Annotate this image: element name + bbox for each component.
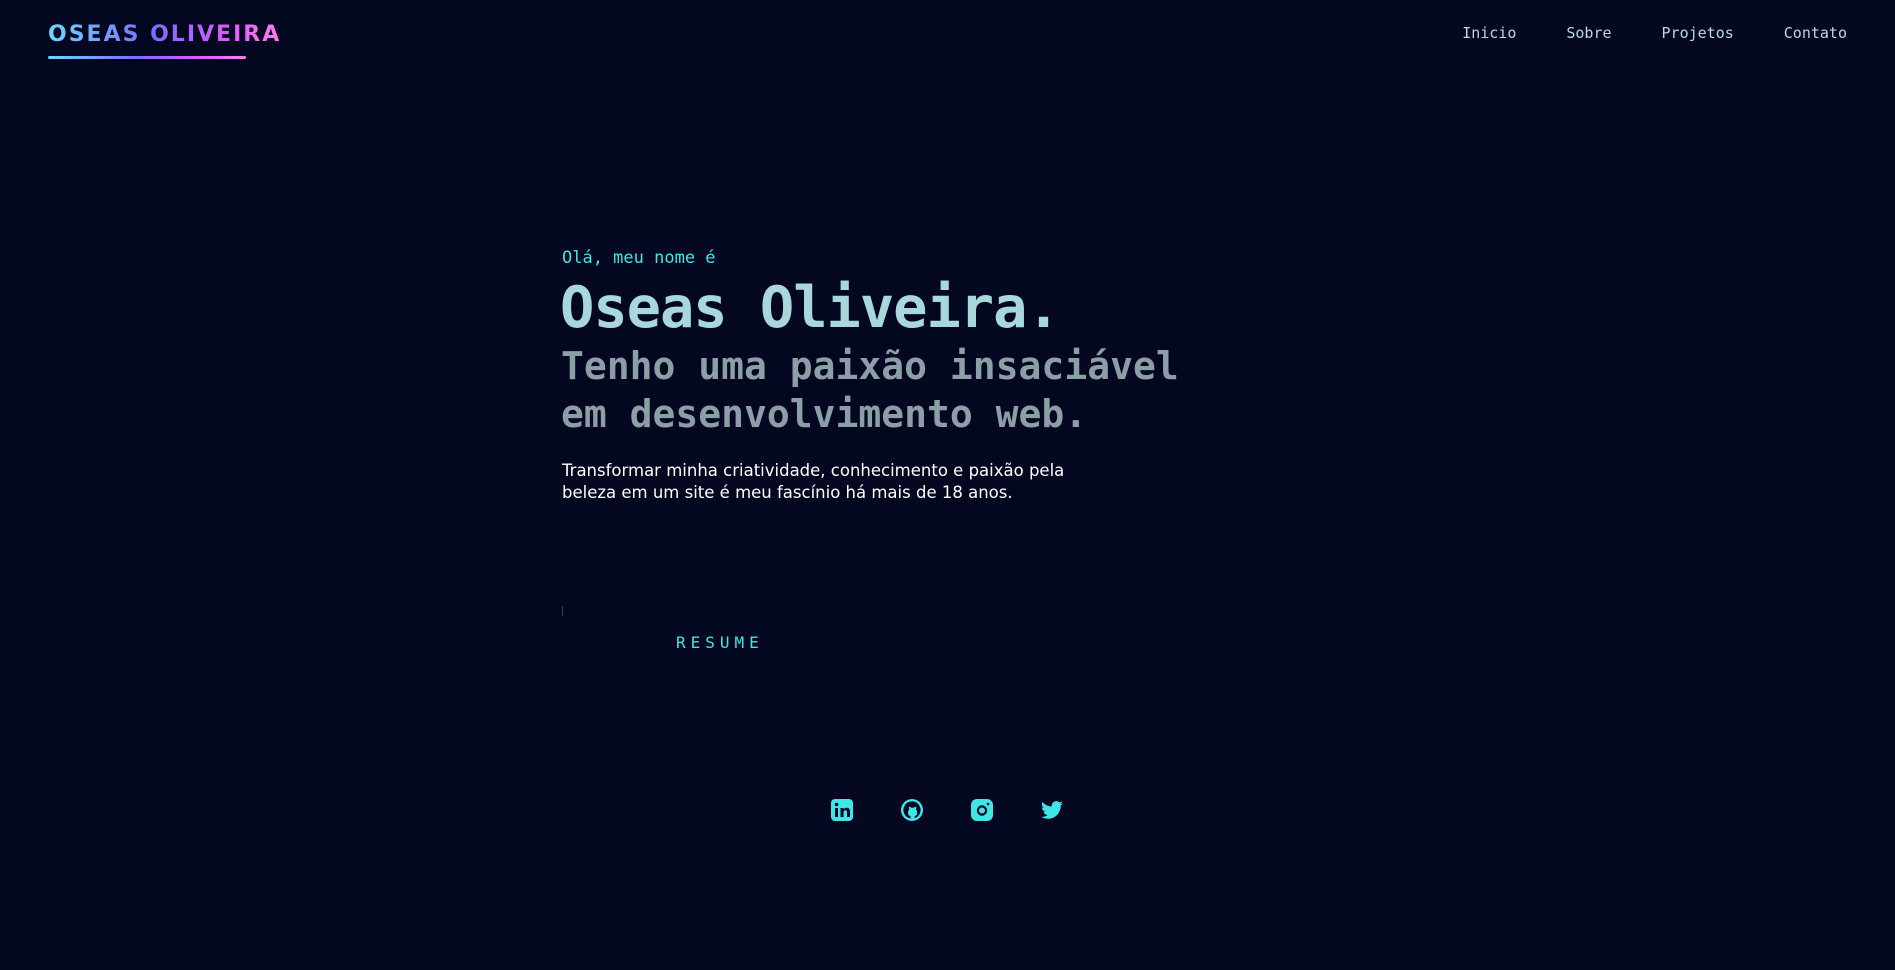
resume-button[interactable]: RESUME (676, 633, 764, 652)
nav-item-inicio[interactable]: Inicio (1462, 24, 1516, 42)
hero-name: Oseas Oliveira. (560, 275, 1061, 341)
page: OSEAS OLIVEIRA Inicio Sobre Projetos Con… (0, 0, 1895, 970)
github-icon (901, 799, 923, 821)
social-links (830, 798, 1064, 822)
hero-tagline: Tenho uma paixão insaciável em desenvolv… (561, 344, 1179, 436)
instagram-icon (971, 799, 993, 821)
nav-item-projetos[interactable]: Projetos (1662, 24, 1734, 42)
nav-item-sobre[interactable]: Sobre (1566, 24, 1611, 42)
hero-section: Olá, meu nome é Oseas Oliveira. Tenho um… (560, 248, 1262, 504)
linkedin-icon (831, 799, 853, 821)
site-logo[interactable]: OSEAS OLIVEIRA (48, 22, 281, 47)
nav-item-contato[interactable]: Contato (1784, 24, 1847, 42)
logo-underline (48, 56, 246, 59)
twitter-icon (1041, 801, 1063, 819)
linkedin-link[interactable] (830, 798, 854, 822)
twitter-link[interactable] (1040, 798, 1064, 822)
resume-button-border (562, 606, 563, 616)
hero-description: Transformar minha criatividade, conhecim… (562, 461, 1065, 502)
github-link[interactable] (900, 798, 924, 822)
hero-greeting: Olá, meu nome é (562, 248, 716, 268)
main-nav: Inicio Sobre Projetos Contato (1462, 24, 1847, 42)
instagram-link[interactable] (970, 798, 994, 822)
